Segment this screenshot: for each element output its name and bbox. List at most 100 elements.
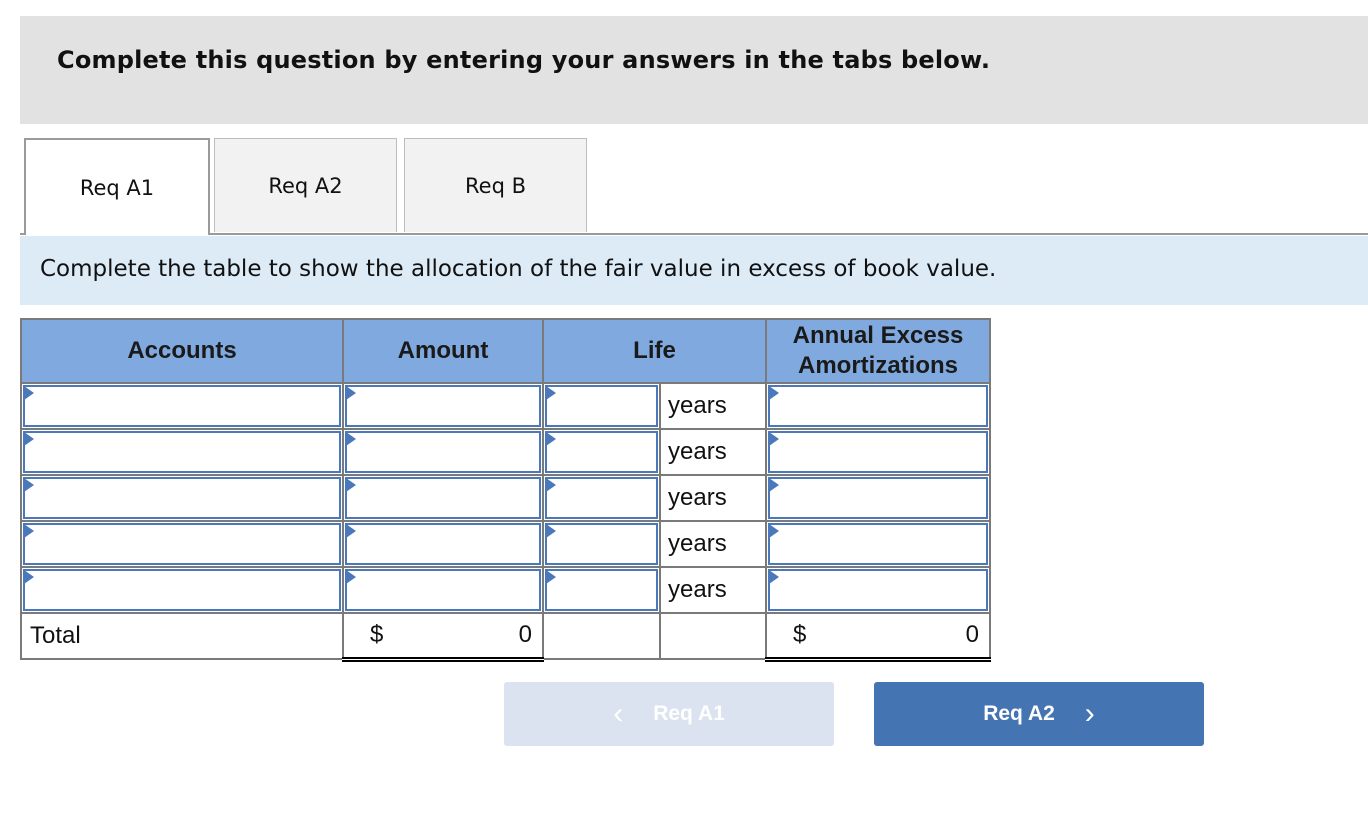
account-input[interactable] (25, 479, 339, 517)
total-annual: $0 (765, 612, 991, 662)
total-life-empty (542, 612, 661, 660)
amount-cell (342, 428, 544, 476)
instructions-banner: Complete this question by entering your … (20, 16, 1368, 124)
life-input[interactable] (547, 525, 656, 563)
years-unit-label: years (659, 566, 767, 614)
dropdown-flag-icon (24, 478, 34, 492)
dropdown-flag-icon (346, 524, 356, 538)
total-annual-value: 0 (965, 621, 979, 649)
question-prompt: Complete the table to show the allocatio… (20, 236, 1368, 305)
dropdown-flag-icon (24, 570, 34, 584)
dropdown-flag-icon (769, 570, 779, 584)
life-cell (542, 520, 661, 568)
tab-bar: Req A1 Req A2 Req B (20, 138, 1368, 235)
account-input[interactable] (25, 387, 339, 425)
amount-cell (342, 520, 544, 568)
table-row: years (20, 428, 991, 476)
account-cell (20, 520, 344, 568)
dropdown-flag-icon (769, 432, 779, 446)
life-cell (542, 566, 661, 614)
life-input[interactable] (547, 479, 656, 517)
header-annual-excess-amortizations: Annual Excess Amortizations (765, 318, 991, 384)
table-row: years (20, 566, 991, 614)
currency-symbol: $ (793, 621, 807, 649)
amount-input[interactable] (347, 387, 539, 425)
dropdown-flag-icon (769, 524, 779, 538)
account-cell (20, 566, 344, 614)
life-cell (542, 428, 661, 476)
total-row: Total $0 $0 (20, 612, 991, 662)
annual-amortization-input[interactable] (770, 387, 986, 425)
prev-button-label: Req A1 (653, 702, 725, 725)
dropdown-flag-icon (546, 570, 556, 584)
life-input[interactable] (547, 571, 656, 609)
life-input[interactable] (547, 387, 656, 425)
next-req-a2-button[interactable]: Req A2 › (874, 682, 1204, 746)
life-cell (542, 474, 661, 522)
dropdown-flag-icon (346, 432, 356, 446)
amount-input[interactable] (347, 433, 539, 471)
account-input[interactable] (25, 571, 339, 609)
life-input[interactable] (547, 433, 656, 471)
total-amount: $0 (342, 612, 544, 662)
currency-symbol: $ (370, 621, 384, 649)
instructions-text: Complete this question by entering your … (57, 46, 991, 74)
amount-input[interactable] (347, 525, 539, 563)
amount-cell (342, 382, 544, 430)
prev-req-a1-button[interactable]: ‹ Req A1 (504, 682, 834, 746)
amount-input[interactable] (347, 571, 539, 609)
dropdown-flag-icon (769, 478, 779, 492)
amount-cell (342, 474, 544, 522)
annual-amortization-input[interactable] (770, 433, 986, 471)
dropdown-flag-icon (346, 570, 356, 584)
total-label: Total (20, 612, 344, 660)
tab-req-a2[interactable]: Req A2 (214, 138, 397, 232)
header-amount: Amount (342, 318, 544, 384)
table-row: years (20, 474, 991, 522)
tab-req-b[interactable]: Req B (404, 138, 587, 232)
years-unit-label: years (659, 474, 767, 522)
amount-cell (342, 566, 544, 614)
dropdown-flag-icon (546, 386, 556, 400)
dropdown-flag-icon (546, 478, 556, 492)
total-amount-value: 0 (518, 621, 532, 649)
annual-amortization-cell (765, 566, 991, 614)
allocation-table: Accounts Amount Life Annual Excess Amorti… (20, 318, 991, 662)
dropdown-flag-icon (346, 478, 356, 492)
life-cell (542, 382, 661, 430)
header-accounts: Accounts (20, 318, 344, 384)
table-row: years (20, 520, 991, 568)
dropdown-flag-icon (24, 386, 34, 400)
annual-amortization-input[interactable] (770, 479, 986, 517)
total-unit-empty (659, 612, 767, 660)
dropdown-flag-icon (24, 432, 34, 446)
annual-amortization-cell (765, 382, 991, 430)
annual-amortization-input[interactable] (770, 571, 986, 609)
annual-amortization-cell (765, 520, 991, 568)
tab-divider (20, 233, 1368, 235)
chevron-right-icon: › (1084, 697, 1095, 730)
header-life: Life (542, 318, 767, 384)
dropdown-flag-icon (24, 524, 34, 538)
amount-input[interactable] (347, 479, 539, 517)
account-input[interactable] (25, 525, 339, 563)
account-cell (20, 428, 344, 476)
prompt-text: Complete the table to show the allocatio… (40, 256, 997, 282)
tab-req-a1[interactable]: Req A1 (24, 138, 210, 235)
table-row: years (20, 382, 991, 430)
dropdown-flag-icon (346, 386, 356, 400)
dropdown-flag-icon (769, 386, 779, 400)
chevron-left-icon: ‹ (613, 697, 624, 730)
annual-amortization-cell (765, 474, 991, 522)
dropdown-flag-icon (546, 524, 556, 538)
account-cell (20, 382, 344, 430)
next-button-label: Req A2 (983, 702, 1055, 725)
years-unit-label: years (659, 428, 767, 476)
dropdown-flag-icon (546, 432, 556, 446)
header-row: Accounts Amount Life Annual Excess Amorti… (20, 318, 991, 384)
years-unit-label: years (659, 520, 767, 568)
account-input[interactable] (25, 433, 339, 471)
annual-amortization-input[interactable] (770, 525, 986, 563)
years-unit-label: years (659, 382, 767, 430)
account-cell (20, 474, 344, 522)
